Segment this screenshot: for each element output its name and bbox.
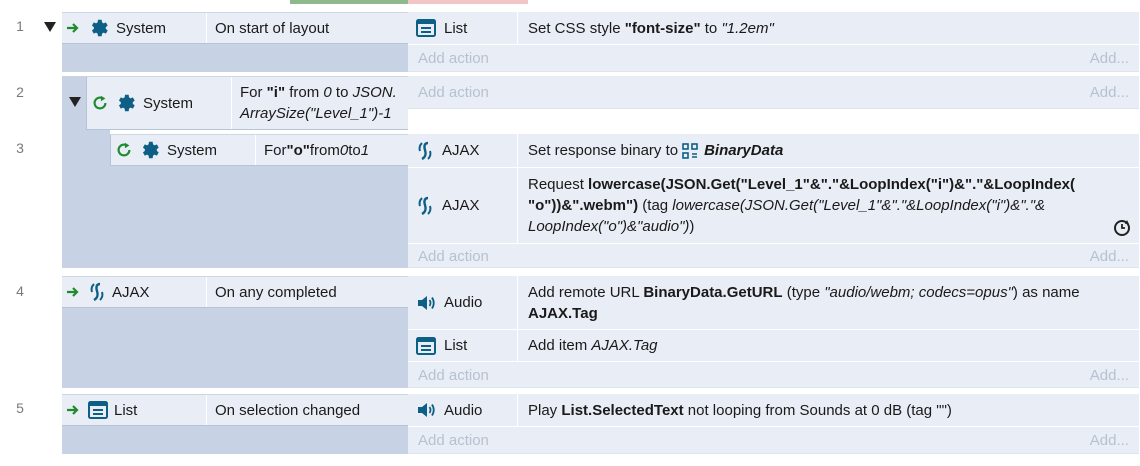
condition-text: For "o" from 0 to 1	[264, 141, 370, 159]
add-more-link[interactable]: Add...	[1090, 244, 1129, 270]
condition-text: On any completed	[215, 283, 337, 301]
add-more-link[interactable]: Add...	[1090, 428, 1129, 454]
action-row[interactable]: List Set CSS style "font-size" to "1.2em…	[408, 12, 1139, 45]
add-more-link[interactable]: Add...	[1090, 363, 1129, 389]
event-5-condition[interactable]: List On selection changed	[62, 394, 408, 426]
action-object-label: AJAX	[442, 197, 480, 214]
condition-text: For "i" from 0 to JSON. ArraySize("Level…	[240, 84, 397, 122]
gear-icon	[88, 17, 110, 39]
ajax-icon	[416, 196, 434, 216]
action-row[interactable]: List Add item AJAX.Tag	[408, 330, 1139, 362]
add-action-link[interactable]: Add action	[418, 46, 489, 72]
action-text: Set response binary to BinaryData	[528, 142, 784, 159]
event-number: 3	[16, 140, 24, 156]
trigger-arrow-icon	[66, 404, 80, 416]
gear-icon	[139, 139, 161, 161]
add-more-link[interactable]: Add...	[1090, 80, 1129, 106]
event-number: 2	[16, 84, 24, 100]
action-object-label: List	[444, 337, 468, 354]
action-row[interactable]: AJAX Request lowercase(JSON.Get("Level_1…	[408, 168, 1139, 244]
add-action-link[interactable]: Add action	[418, 80, 489, 106]
add-more-link[interactable]: Add...	[1090, 46, 1129, 72]
action-object-label: AJAX	[442, 142, 480, 159]
async-wait-icon	[1112, 218, 1132, 238]
event-3-condition[interactable]: System For "o" from 0 to 1	[110, 134, 408, 166]
event-3-indent	[86, 130, 110, 268]
event-number: 4	[16, 283, 24, 299]
action-text: Add item AJAX.Tag	[528, 337, 658, 354]
action-row[interactable]: Audio Play List.SelectedText not looping…	[408, 394, 1139, 427]
action-text: Add remote URL BinaryData.GetURL (type "…	[528, 283, 1080, 322]
action-row[interactable]: AJAX Set response binary to BinaryData	[408, 134, 1139, 168]
loop-icon	[115, 141, 133, 159]
condition-object-label: System	[116, 19, 167, 37]
list-icon	[416, 336, 436, 355]
collapse-toggle[interactable]	[69, 97, 81, 107]
action-object-label: List	[444, 19, 468, 37]
top-strip-green	[290, 0, 408, 4]
loop-icon	[91, 94, 109, 112]
condition-text: On selection changed	[215, 401, 361, 419]
add-action-row[interactable]: Add action Add...	[408, 428, 1139, 454]
event-number: 1	[16, 18, 24, 34]
condition-object-label: System	[167, 141, 218, 159]
trigger-arrow-icon	[66, 22, 80, 34]
list-icon	[88, 401, 108, 419]
add-action-row[interactable]: Add action Add...	[408, 80, 1139, 106]
event-2-condition[interactable]: System For "i" from 0 to JSON. ArraySize…	[86, 76, 408, 130]
condition-object-label: System	[143, 94, 194, 112]
ajax-icon	[416, 141, 434, 161]
binary-data-icon	[682, 142, 698, 159]
action-text: Play List.SelectedText not looping from …	[528, 401, 952, 419]
action-object-label: Audio	[444, 401, 483, 419]
collapse-toggle[interactable]	[44, 22, 56, 32]
condition-object-label: List	[114, 401, 138, 419]
add-action-link[interactable]: Add action	[418, 428, 489, 454]
list-icon	[416, 19, 436, 37]
add-action-row[interactable]: Add action Add...	[408, 363, 1139, 389]
gear-icon	[115, 92, 137, 114]
action-text: Request lowercase(JSON.Get("Level_1"&"."…	[528, 176, 1076, 235]
condition-text: On start of layout	[215, 19, 330, 37]
trigger-arrow-icon	[66, 286, 80, 298]
event-4-condition[interactable]: AJAX On any completed	[62, 276, 408, 308]
action-text: Set CSS style "font-size" to "1.2em"	[528, 19, 774, 37]
speaker-icon	[416, 294, 436, 312]
speaker-icon	[416, 401, 436, 419]
top-strip-red	[408, 0, 528, 4]
action-row[interactable]: Audio Add remote URL BinaryData.GetURL (…	[408, 276, 1139, 330]
add-action-link[interactable]: Add action	[418, 244, 489, 270]
action-object-label: Audio	[444, 294, 483, 311]
ajax-icon	[88, 282, 106, 302]
add-action-row[interactable]: Add action Add...	[408, 244, 1139, 270]
add-action-row[interactable]: Add action Add...	[408, 46, 1139, 72]
event-1-condition[interactable]: System On start of layout	[62, 12, 408, 44]
add-action-link[interactable]: Add action	[418, 363, 489, 389]
condition-object-label: AJAX	[112, 283, 150, 301]
event-number: 5	[16, 400, 24, 416]
